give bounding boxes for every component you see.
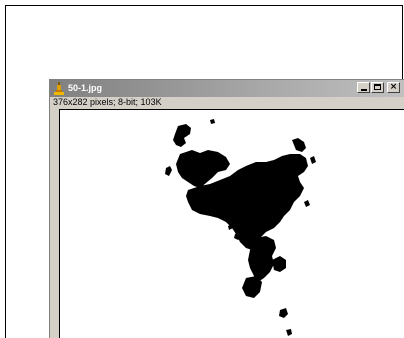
image-canvas[interactable]	[59, 109, 404, 338]
close-icon: ×	[389, 82, 398, 92]
maximize-icon	[374, 84, 381, 90]
close-button[interactable]: ×	[387, 82, 400, 93]
image-info: 376x282 pixels; 8-bit; 103K	[53, 97, 162, 107]
segmented-blob-image	[165, 119, 316, 336]
maximize-button[interactable]	[371, 82, 384, 93]
image-window[interactable]: 50-1.jpg × 376x282 pixels; 8-bit; 103K	[49, 79, 404, 338]
window-titlebar[interactable]: 50-1.jpg ×	[50, 80, 404, 97]
minimize-button[interactable]	[357, 82, 370, 93]
minimize-icon	[361, 89, 367, 91]
window-title: 50-1.jpg	[68, 83, 103, 93]
screen: 50-1.jpg × 376x282 pixels; 8-bit; 103K	[0, 0, 404, 338]
imagej-microscope-icon	[54, 82, 64, 95]
